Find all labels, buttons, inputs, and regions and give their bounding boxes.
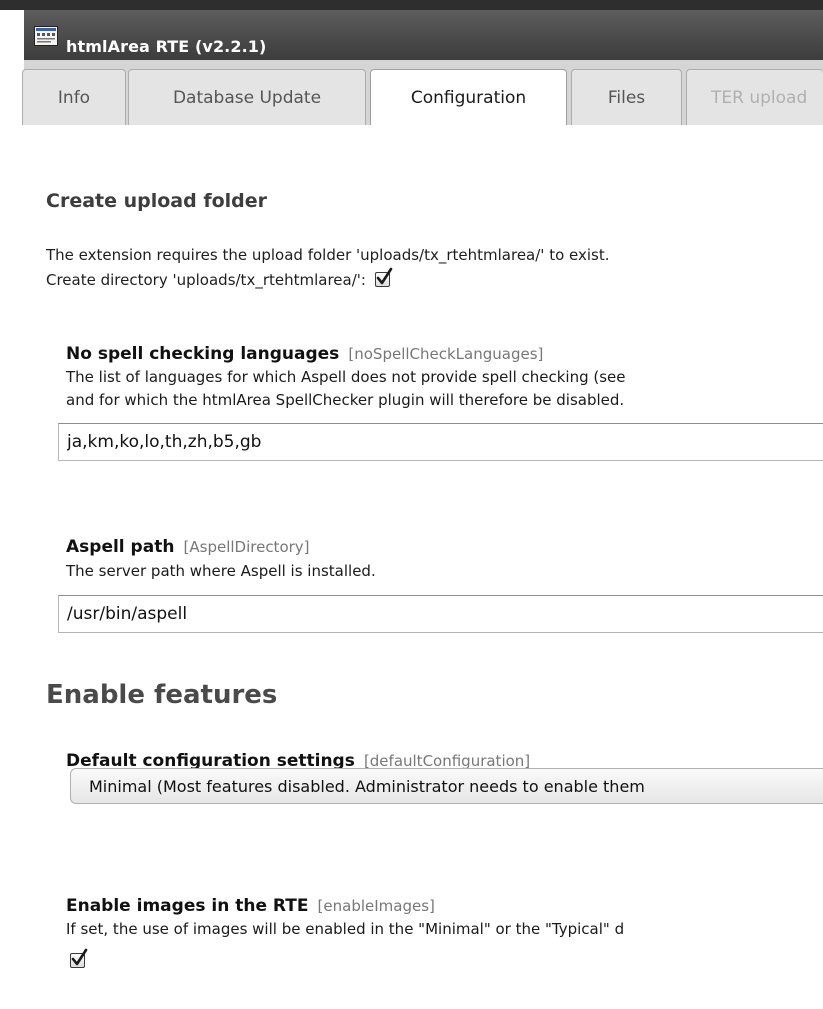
tab-files[interactable]: Files: [571, 69, 682, 125]
checkmark-icon: [71, 948, 88, 966]
spell-field-description-1: The list of languages for which Aspell d…: [66, 368, 626, 386]
spell-field-label: No spell checking languages: [66, 344, 340, 364]
aspell-field-title: Aspell path [AspellDirectory]: [66, 537, 310, 557]
enable-images-checkbox-wrap: [70, 948, 88, 970]
spell-field-key: [noSpellCheckLanguages]: [348, 345, 544, 363]
aspell-path-input[interactable]: [58, 595, 823, 633]
tab-database-update[interactable]: Database Update: [128, 69, 366, 125]
aspell-field-key: [AspellDirectory]: [183, 538, 310, 556]
default-config-select[interactable]: Minimal (Most features disabled. Adminis…: [70, 768, 823, 804]
enable-images-title: Enable images in the RTE [enableImages]: [66, 896, 435, 916]
default-config-selected-value: Minimal (Most features disabled. Adminis…: [89, 776, 645, 796]
configuration-panel: Create upload folder The extension requi…: [24, 125, 823, 1009]
upload-folder-text: The extension requires the upload folder…: [46, 246, 610, 264]
enable-images-checkbox[interactable]: [70, 948, 88, 968]
create-directory-checkbox[interactable]: [374, 267, 393, 287]
create-directory-row: Create directory 'uploads/tx_rtehtmlarea…: [46, 267, 393, 289]
tab-info[interactable]: Info: [22, 69, 126, 125]
aspell-field-description: The server path where Aspell is installe…: [66, 562, 376, 580]
checkmark-icon: [376, 267, 393, 285]
aspell-field-label: Aspell path: [66, 537, 175, 557]
enable-images-description: If set, the use of images will be enable…: [66, 920, 625, 938]
top-strip: [0, 0, 823, 10]
enable-images-label: Enable images in the RTE: [66, 896, 309, 916]
tab-configuration[interactable]: Configuration: [370, 69, 567, 126]
tab-bar: Info Database Update Configuration Files…: [22, 60, 823, 126]
window-title: htmlArea RTE (v2.2.1): [66, 37, 267, 56]
window-titlebar: htmlArea RTE (v2.2.1): [24, 10, 823, 61]
upload-folder-heading: Create upload folder: [46, 190, 268, 212]
tab-ter-upload: TER upload: [686, 69, 823, 125]
spell-languages-input[interactable]: [58, 423, 823, 461]
create-directory-label: Create directory 'uploads/tx_rtehtmlarea…: [46, 271, 366, 289]
enable-images-key: [enableImages]: [317, 897, 435, 915]
spell-field-description-2: and for which the htmlArea SpellChecker …: [66, 391, 625, 409]
enable-features-heading: Enable features: [46, 680, 278, 710]
spell-field-title: No spell checking languages [noSpellChec…: [66, 344, 543, 364]
rte-editor-icon: [34, 26, 58, 46]
